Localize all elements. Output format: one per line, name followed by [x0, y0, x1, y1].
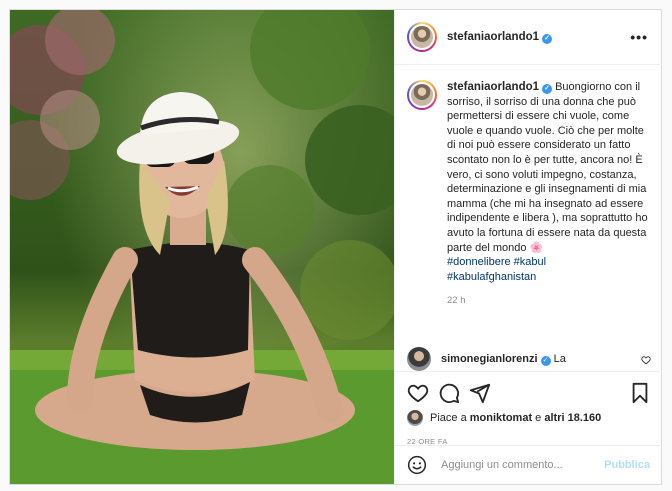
verified-icon: ✓: [540, 355, 551, 366]
instagram-post: stefaniaorlando1 ✓ ••• stefaniaorlando1 ✓ …: [9, 9, 662, 485]
comment-text: simonegianlorenzi ✓ La: [441, 353, 566, 366]
caption-time-ago[interactable]: 22 h: [447, 295, 650, 306]
verified-icon: ✓: [542, 84, 553, 94]
caption-author-avatar[interactable]: [407, 80, 437, 110]
publish-button[interactable]: Pubblica: [604, 459, 650, 471]
hashtag-link[interactable]: #donnelibere #kabul: [447, 255, 650, 270]
comments-section: stefaniaorlando1 ✓ Buongiorno con il sorr…: [395, 66, 662, 371]
like-comment-heart-icon[interactable]: [641, 355, 651, 365]
caption-row: stefaniaorlando1 ✓ Buongiorno con il sorr…: [407, 80, 650, 284]
post-image: [10, 10, 394, 484]
caption-author-username[interactable]: stefaniaorlando1 ✓: [447, 81, 553, 94]
commenter-username[interactable]: simonegianlorenzi: [441, 353, 538, 365]
comment-row: simonegianlorenzi ✓ La: [407, 347, 651, 371]
emoji-icon[interactable]: [407, 455, 427, 475]
caption-text: stefaniaorlando1 ✓ Buongiorno con il sorr…: [447, 80, 650, 284]
action-icons: [407, 382, 650, 406]
add-comment-bar: Pubblica: [395, 445, 662, 484]
post-side-panel: stefaniaorlando1 ✓ ••• stefaniaorlando1 ✓ …: [394, 10, 662, 484]
verified-icon: ✓: [542, 33, 553, 44]
caption-body: Buongiorno con il sorriso, il sorriso di…: [447, 81, 648, 254]
bookmark-icon[interactable]: [629, 382, 651, 404]
liker-avatar[interactable]: [407, 410, 423, 426]
more-options-icon[interactable]: •••: [630, 29, 648, 45]
commenter-avatar[interactable]: [407, 347, 431, 371]
comment-icon[interactable]: [438, 382, 460, 404]
comment-body: La: [553, 352, 566, 365]
likes-summary: Piace a moniktomat e altri 18.160: [407, 410, 601, 426]
post-photo[interactable]: [10, 10, 394, 484]
author-username[interactable]: stefaniaorlando1 ✓: [447, 31, 553, 44]
post-header: stefaniaorlando1 ✓ •••: [395, 10, 662, 65]
author-avatar[interactable]: [407, 22, 437, 52]
hashtag-link[interactable]: #kabulafghanistan: [447, 270, 650, 285]
share-icon[interactable]: [469, 382, 491, 404]
comment-input[interactable]: [441, 459, 601, 471]
heart-icon[interactable]: [407, 382, 429, 404]
liker-username[interactable]: moniktomat: [470, 412, 532, 424]
others-likes-link[interactable]: altri 18.160: [544, 412, 601, 424]
